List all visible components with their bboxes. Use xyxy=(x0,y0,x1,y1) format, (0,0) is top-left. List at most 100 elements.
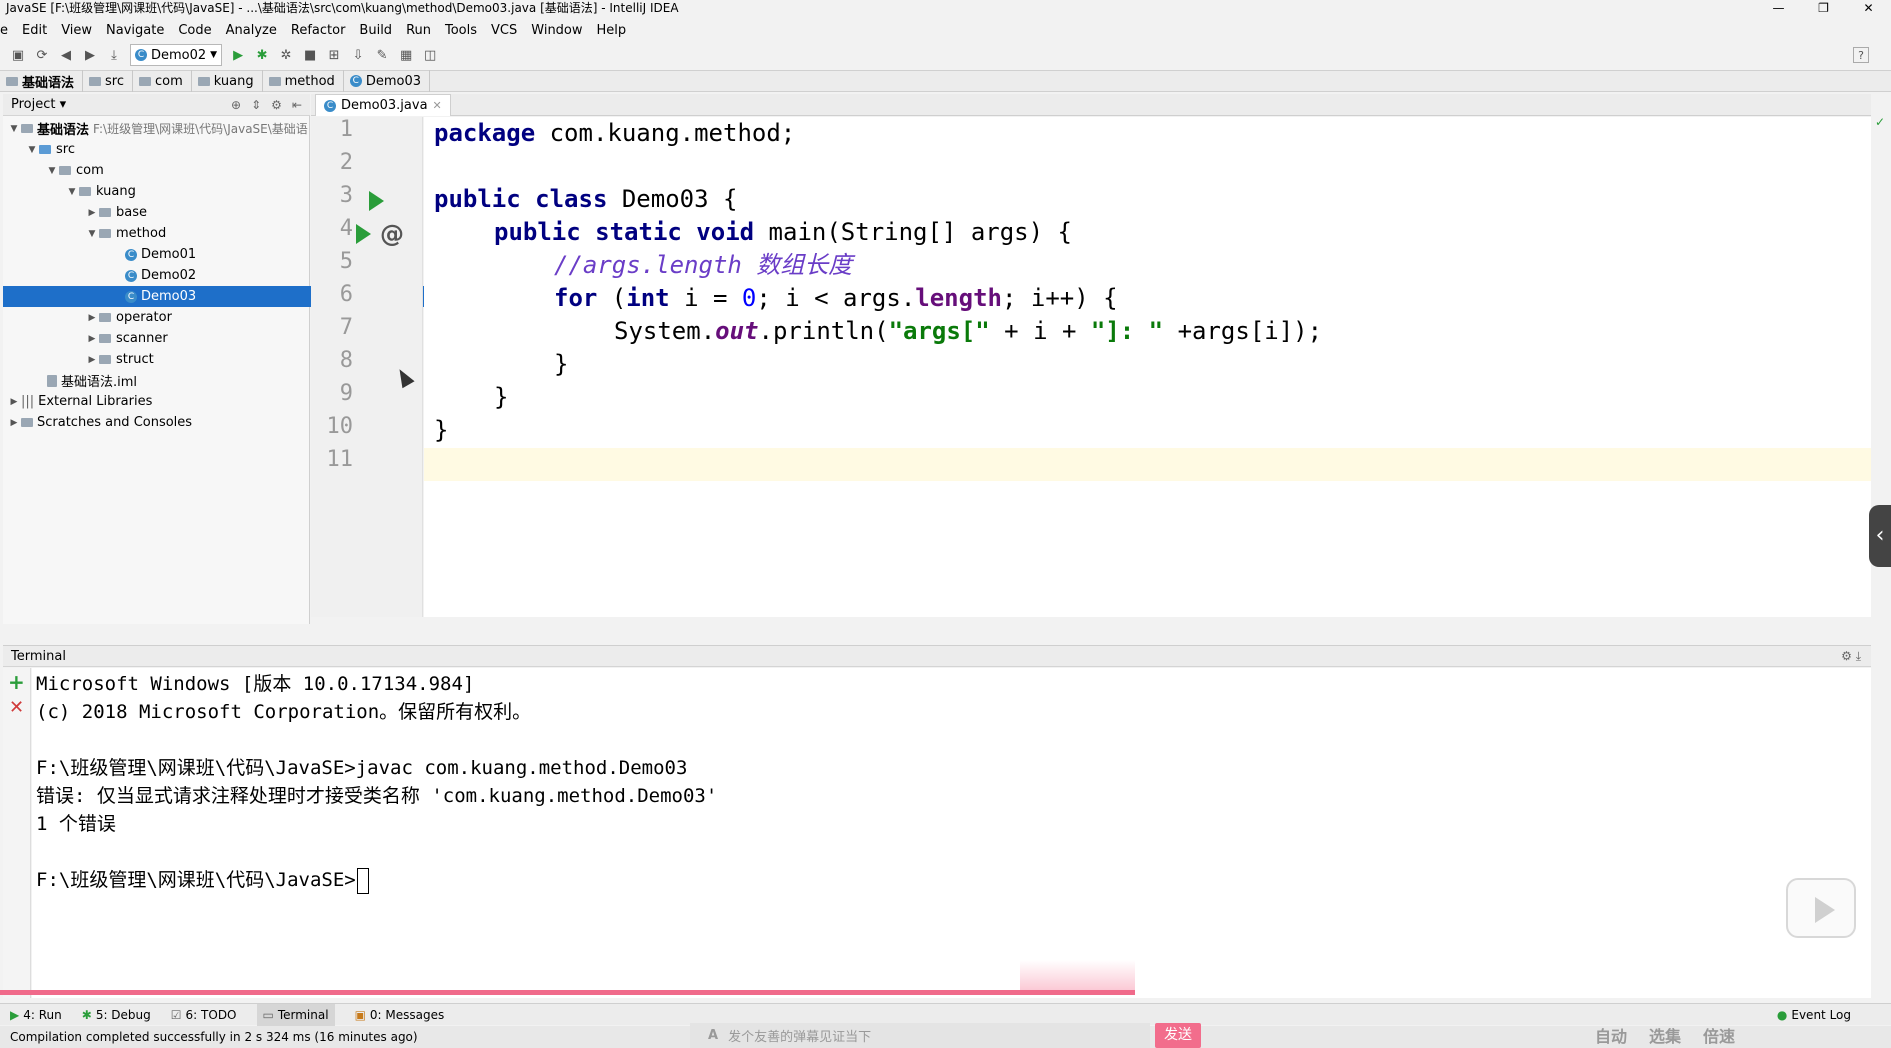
structure-icon[interactable]: ⊞ xyxy=(326,47,342,63)
tree-item-com[interactable]: ▼ com xyxy=(3,160,352,181)
wrench-icon[interactable]: ✎ xyxy=(374,47,390,63)
menu-analyze[interactable]: Analyze xyxy=(226,23,277,38)
menu-file[interactable]: e xyxy=(0,23,8,38)
save-all-icon[interactable]: ▣ xyxy=(10,47,26,63)
breadcrumb-item[interactable]: C Demo03 xyxy=(344,70,430,92)
module-file-icon xyxy=(47,374,57,387)
package-icon xyxy=(99,229,111,238)
tool-window-bar: ▶ 4: Run ✱ 5: Debug ☑ 6: TODO ▭ Terminal ▣ 0:… xyxy=(0,1003,1891,1026)
run-gutter-icon[interactable] xyxy=(369,191,384,211)
code-editor[interactable]: package com.kuang.method; public class D… xyxy=(424,117,1871,617)
chevron-down-icon[interactable]: ▼ xyxy=(25,145,39,155)
chevron-right-icon[interactable]: ▶ xyxy=(85,208,99,218)
chevron-right-icon[interactable]: ▶ xyxy=(85,313,99,323)
back-icon[interactable]: ◀ xyxy=(58,47,74,63)
package-icon xyxy=(99,355,111,364)
menu-view[interactable]: View xyxy=(61,23,92,38)
close-session-icon[interactable]: ✕ xyxy=(9,697,24,718)
download-icon[interactable]: ⇩ xyxy=(350,47,366,63)
menu-code[interactable]: Code xyxy=(178,23,211,38)
folder-icon xyxy=(6,76,18,86)
menu-refactor[interactable]: Refactor xyxy=(291,23,346,38)
hide-icon[interactable]: ⇤ xyxy=(292,98,302,112)
terminal-line: 1 个错误 xyxy=(36,813,116,835)
breadcrumb-item[interactable]: method xyxy=(263,70,344,92)
line-number: 7 xyxy=(339,315,353,340)
override-marker-icon[interactable]: @ xyxy=(380,220,404,248)
video-play-button[interactable] xyxy=(1786,878,1856,938)
chevron-right-icon[interactable]: ▶ xyxy=(7,418,21,428)
maximize-button[interactable]: ❐ xyxy=(1801,0,1846,17)
autoplay-button[interactable]: 自动 xyxy=(1595,1023,1627,1047)
chevron-right-icon[interactable]: ▶ xyxy=(85,334,99,344)
debug-icon[interactable]: ✱ xyxy=(254,47,270,63)
tool-event-log[interactable]: ● Event Log xyxy=(1777,1008,1851,1022)
code-string: "args[" xyxy=(888,317,990,345)
run-icon[interactable]: ▶ xyxy=(230,47,246,63)
forward-icon[interactable]: ▶ xyxy=(82,47,98,63)
menu-vcs[interactable]: VCS xyxy=(491,23,517,38)
chevron-right-icon[interactable]: ▶ xyxy=(7,397,21,407)
tree-item-scratches[interactable]: ▶ Scratches and Consoles xyxy=(3,412,314,433)
locate-icon[interactable]: ⊕ xyxy=(231,98,241,112)
code-keyword: int xyxy=(626,284,670,312)
tool-todo[interactable]: ☑ 6: TODO xyxy=(171,1008,237,1022)
tool-run[interactable]: ▶ 4: Run xyxy=(10,1008,62,1022)
todo-icon: ☑ xyxy=(170,1007,182,1022)
run-config-selector[interactable]: C Demo02 ▼ xyxy=(130,44,223,66)
menu-window[interactable]: Window xyxy=(531,23,582,38)
hide-icon[interactable]: ⤓ xyxy=(1856,649,1861,663)
coverage-icon[interactable]: ✲ xyxy=(278,47,294,63)
menu-tools[interactable]: Tools xyxy=(445,23,477,38)
breadcrumb-item[interactable]: src xyxy=(83,70,133,92)
chevron-down-icon[interactable]: ▼ xyxy=(45,166,59,176)
tree-item-external-libraries[interactable]: ▶ ||| External Libraries xyxy=(3,391,314,412)
menu-navigate[interactable]: Navigate xyxy=(106,23,164,38)
vcs-icon[interactable]: ◫ xyxy=(422,47,438,63)
danmaku-input[interactable]: A 发个友善的弹幕见证当下 xyxy=(690,1023,1150,1048)
chevron-right-icon[interactable]: ▶ xyxy=(85,355,99,365)
collapse-icon[interactable]: ⇕ xyxy=(251,98,261,112)
tool-terminal[interactable]: ▭ Terminal xyxy=(256,1003,335,1026)
tree-item-iml[interactable]: 基础语法.iml xyxy=(3,370,354,391)
tool-messages[interactable]: ▣ 0: Messages xyxy=(355,1008,445,1022)
chevron-down-icon[interactable]: ▼ xyxy=(65,187,79,197)
new-session-icon[interactable]: + xyxy=(8,670,25,694)
stop-icon[interactable]: ■ xyxy=(302,47,318,63)
close-tab-icon[interactable]: ✕ xyxy=(433,99,442,112)
speed-button[interactable]: 倍速 xyxy=(1703,1023,1735,1047)
current-line-highlight xyxy=(424,448,1871,481)
tree-item-src[interactable]: ▼ src xyxy=(3,139,332,160)
video-progress-bar[interactable] xyxy=(0,990,1135,995)
tree-item-root[interactable]: ▼ 基础语法 F:\班级管理\网课班\代码\JavaSE\基础语 xyxy=(3,118,314,139)
project-structure-icon[interactable]: ▦ xyxy=(398,47,414,63)
help-icon[interactable]: ? xyxy=(1853,47,1869,63)
chevron-down-icon[interactable]: ▼ xyxy=(7,124,21,134)
editor-tab-demo03[interactable]: C Demo03.java ✕ xyxy=(315,94,451,116)
side-panel-toggle[interactable]: ‹ xyxy=(1869,505,1891,567)
breadcrumb-item[interactable]: kuang xyxy=(192,70,263,92)
sync-icon[interactable]: ⟳ xyxy=(34,47,50,63)
breadcrumb-item[interactable]: 基础语法 xyxy=(0,70,84,92)
status-message[interactable]: Compilation completed successfully in 2 … xyxy=(10,1030,418,1044)
gear-icon[interactable]: ⚙ xyxy=(271,98,282,112)
run-gutter-icon[interactable] xyxy=(356,224,371,244)
terminal-output[interactable]: Microsoft Windows [版本 10.0.17134.984] (c… xyxy=(32,668,1871,998)
terminal-line: (c) 2018 Microsoft Corporation。保留所有权利。 xyxy=(36,701,532,723)
minimize-button[interactable]: — xyxy=(1756,0,1801,17)
terminal-title: Terminal xyxy=(11,648,66,664)
menu-edit[interactable]: Edit xyxy=(22,23,47,38)
project-view-selector[interactable]: Project ▾ xyxy=(11,97,66,112)
gear-icon[interactable]: ⚙ xyxy=(1841,649,1852,663)
send-button[interactable]: 发送 xyxy=(1155,1023,1201,1048)
close-button[interactable]: ✕ xyxy=(1846,0,1891,17)
code-comment: //args.length 数组长度 xyxy=(554,251,853,279)
menu-run[interactable]: Run xyxy=(406,23,431,38)
menu-help[interactable]: Help xyxy=(597,23,627,38)
breadcrumb-item[interactable]: com xyxy=(133,70,192,92)
menu-build[interactable]: Build xyxy=(359,23,392,38)
tool-debug[interactable]: ✱ 5: Debug xyxy=(82,1008,151,1022)
episodes-button[interactable]: 选集 xyxy=(1649,1023,1681,1047)
build-icon[interactable]: ⤓ xyxy=(106,47,122,63)
chevron-down-icon[interactable]: ▼ xyxy=(85,229,99,239)
